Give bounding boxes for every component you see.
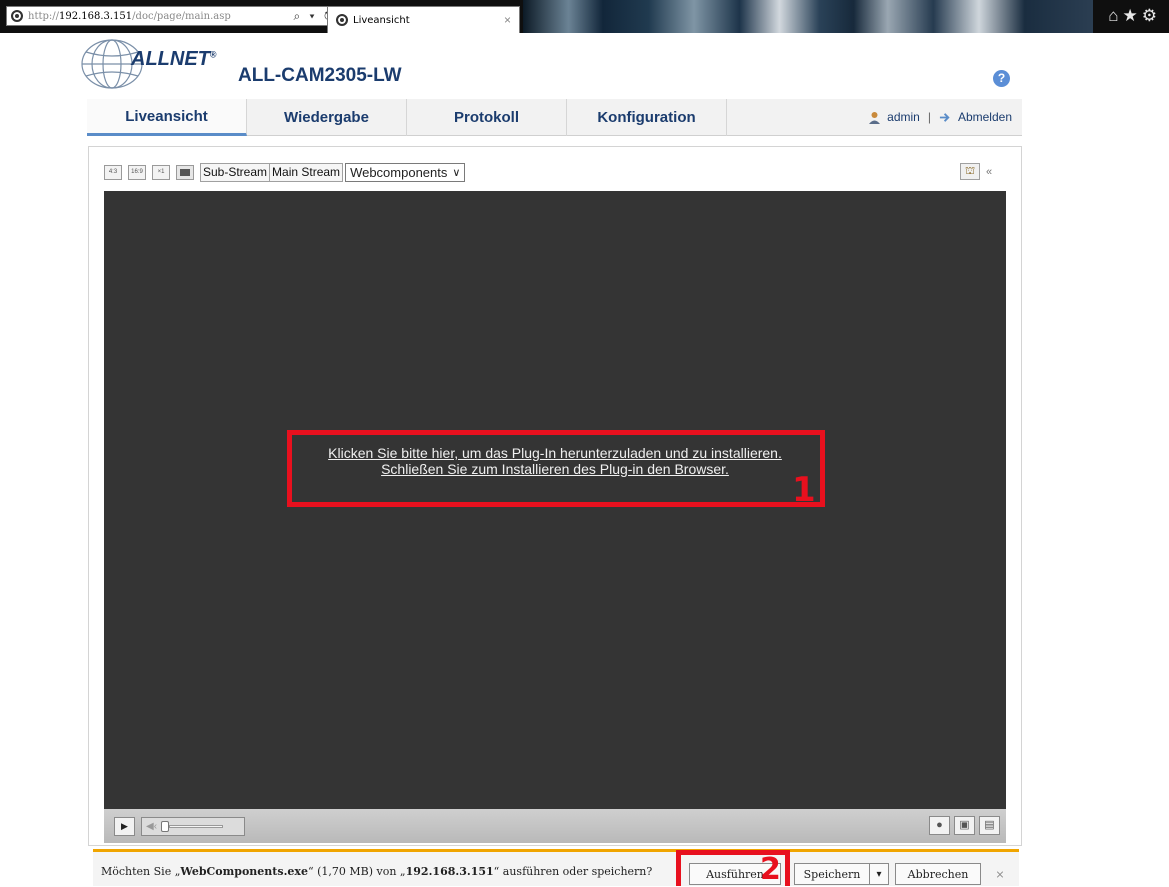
mainstream-button[interactable]: Main Stream	[270, 162, 344, 182]
logout-link[interactable]: Abmelden	[958, 110, 1012, 124]
cancel-button[interactable]: Abbrechen	[895, 863, 981, 885]
tab-protokoll[interactable]: Protokoll	[407, 99, 567, 136]
stream-toolbar: 4:3 16:9 ×1 Sub-Stream Main Stream Webco…	[104, 162, 466, 182]
collapse-panel-icon[interactable]: «	[986, 166, 992, 178]
browser-background-strip	[523, 0, 1093, 33]
address-url[interactable]: http://192.168.3.151/doc/page/main.asp	[28, 11, 231, 22]
tab-wiedergabe[interactable]: Wiedergabe	[247, 99, 407, 136]
tab-liveansicht[interactable]: Liveansicht	[87, 99, 247, 136]
snapshot-icon[interactable]: ▣	[954, 816, 975, 835]
username: admin	[887, 110, 920, 124]
tab-site-icon	[336, 14, 348, 26]
microphone-icon[interactable]: ●	[929, 816, 950, 835]
capture-controls: ● ▣ ▤	[925, 816, 1000, 835]
ratio-4-3-button[interactable]: 4:3	[104, 164, 122, 180]
chevron-down-icon: ∨	[452, 166, 461, 179]
ratio-original-button[interactable]: ×1	[152, 164, 170, 180]
user-area: admin | Abmelden	[868, 99, 1022, 135]
save-options-dropdown[interactable]: ▾	[869, 863, 889, 885]
logout-icon[interactable]	[939, 111, 952, 124]
volume-knob[interactable]	[161, 820, 170, 832]
browser-tab[interactable]: Liveansicht ×	[327, 6, 520, 33]
tab-konfiguration[interactable]: Konfiguration	[567, 99, 727, 136]
fit-window-icon	[180, 168, 190, 176]
main-navigation: Liveansicht Wiedergabe Protokoll Konfigu…	[87, 99, 1022, 136]
highlight-box-1	[287, 430, 825, 507]
site-icon	[11, 10, 23, 22]
device-model-title: ALL-CAM2305-LW	[238, 65, 402, 86]
fit-window-button[interactable]	[176, 164, 194, 180]
close-notification-icon[interactable]: ×	[991, 863, 1009, 885]
allnet-logo: ALLNET®	[78, 38, 224, 100]
home-favorites-settings-icons[interactable]: ⌂★⚙	[1108, 6, 1161, 26]
user-separator: |	[927, 110, 931, 124]
tab-close-icon[interactable]: ×	[504, 13, 511, 27]
annotation-number-2: 2	[760, 852, 781, 887]
substream-button[interactable]: Sub-Stream	[200, 162, 271, 182]
playback-control-bar: ▶ ◀‹ ● ▣ ▤	[104, 809, 1006, 843]
ratio-16-9-button[interactable]: 16:9	[128, 164, 146, 180]
volume-control[interactable]: ◀‹	[141, 816, 245, 836]
speaker-icon[interactable]: ◀‹	[146, 821, 157, 832]
user-icon	[869, 111, 881, 124]
record-icon[interactable]: ▤	[979, 816, 1000, 835]
play-button[interactable]: ▶	[114, 816, 135, 836]
download-notification-bar: Möchten Sie „WebComponents.exe“ (1,70 MB…	[93, 849, 1019, 886]
ptz-controls: ⛫ «	[960, 163, 1000, 180]
ptz-icon[interactable]: ⛫	[960, 163, 980, 180]
plugin-select[interactable]: Webcomponents ∨	[345, 162, 466, 182]
logo-text: ALLNET®	[131, 48, 217, 70]
volume-track[interactable]	[169, 824, 224, 828]
download-message: Möchten Sie „WebComponents.exe“ (1,70 MB…	[101, 865, 653, 878]
tab-title: Liveansicht	[353, 14, 410, 26]
save-button[interactable]: Speichern	[794, 863, 870, 885]
annotation-number-1: 1	[792, 470, 816, 510]
help-icon[interactable]: ?	[993, 70, 1010, 87]
plugin-select-value: Webcomponents	[350, 164, 448, 180]
address-bar[interactable]: http://192.168.3.151/doc/page/main.asp ⌕…	[6, 6, 344, 26]
